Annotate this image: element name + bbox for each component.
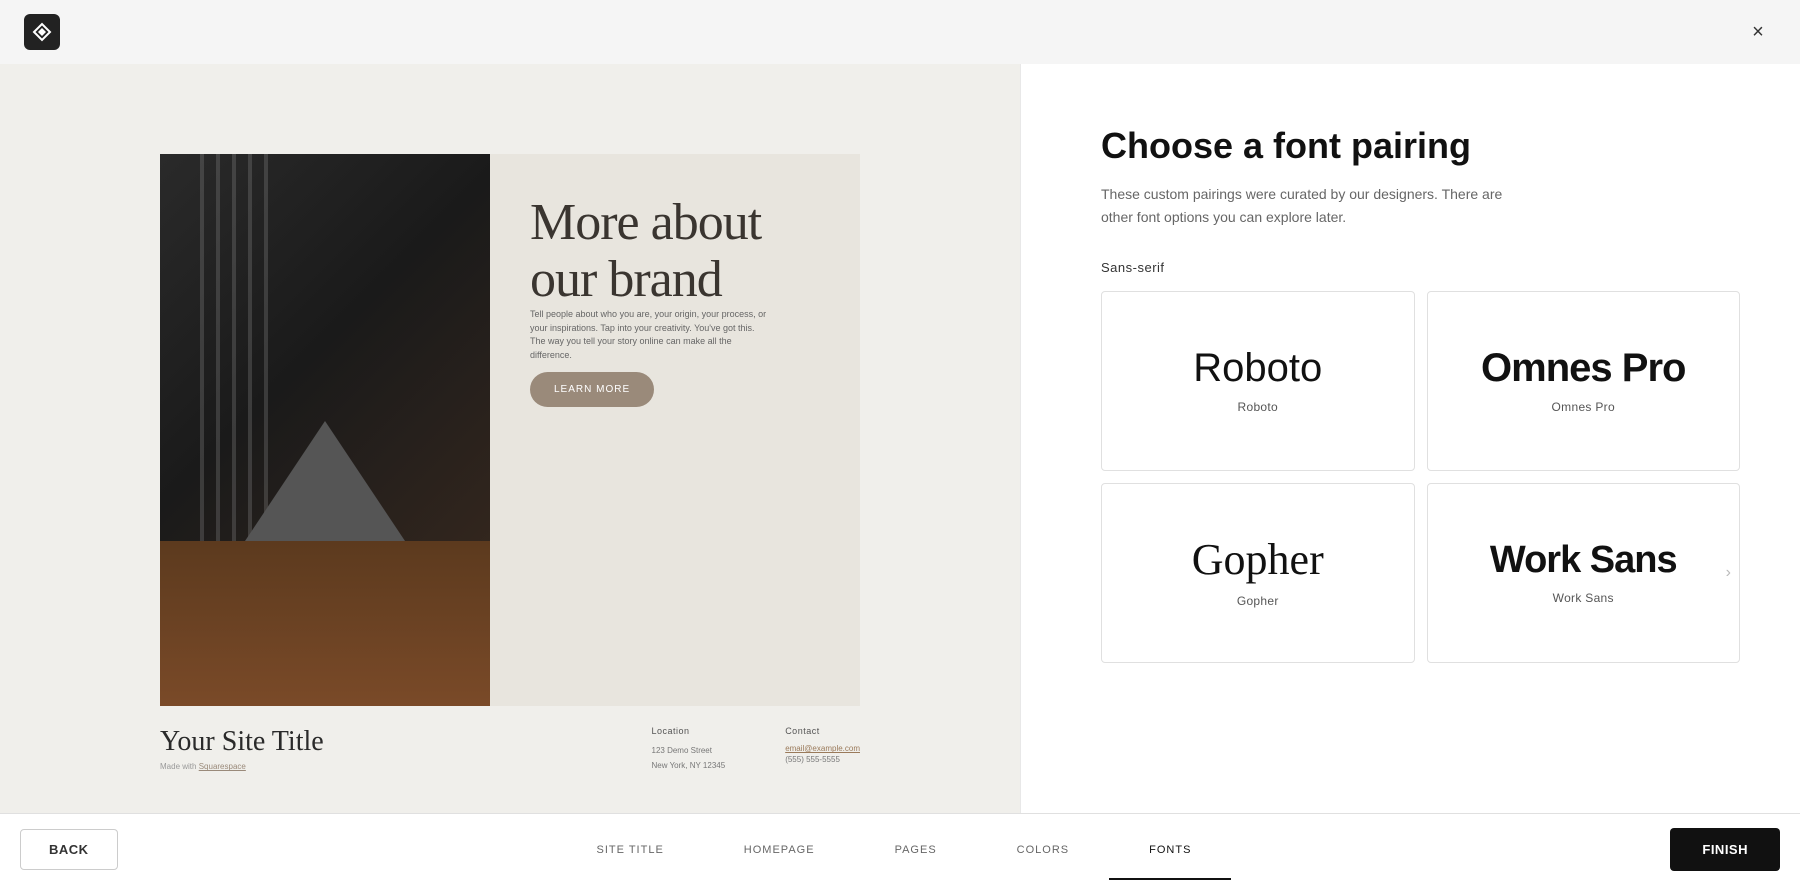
font-grid-row1: Roboto Roboto Omnes Pro Omnes Pro (1101, 291, 1740, 471)
font-grid-row2: Gopher Gopher Work Sans Work Sans › (1101, 483, 1740, 663)
squarespace-logo (24, 14, 60, 50)
main-content: More about our brand Tell people about w… (0, 64, 1800, 813)
preview-panel: More about our brand Tell people about w… (0, 64, 1020, 813)
wooden-floor (160, 541, 490, 707)
right-panel: Choose a font pairing These custom pairi… (1020, 64, 1800, 813)
font-display-omnes: Omnes Pro (1481, 348, 1685, 388)
footer-contact: Contact email@example.com (555) 555-5555 (785, 726, 860, 773)
font-display-worksans: Work Sans (1490, 541, 1677, 579)
font-display-gopher: Gopher (1192, 538, 1324, 582)
font-label-worksans: Work Sans (1553, 591, 1614, 605)
header: × (0, 0, 1800, 64)
pyramid-shape (245, 421, 405, 541)
preview-text-section: More about our brand Tell people about w… (490, 154, 860, 706)
font-card-gopher[interactable]: Gopher Gopher (1101, 483, 1415, 663)
finish-button[interactable]: FINISH (1670, 828, 1780, 871)
preview-hero: More about our brand Tell people about w… (160, 154, 860, 706)
font-label-omnes: Omnes Pro (1552, 400, 1615, 414)
preview-image (160, 154, 490, 706)
footer-columns: Location 123 Demo Street New York, NY 12… (652, 726, 861, 773)
bottom-nav: BACK SITE TITLE HOMEPAGE PAGES COLORS FO… (0, 813, 1800, 885)
nav-steps: SITE TITLE HOMEPAGE PAGES COLORS FONTS (118, 844, 1671, 856)
section-label: Sans-serif (1101, 260, 1740, 275)
panel-title: Choose a font pairing (1101, 124, 1740, 167)
close-button[interactable]: × (1740, 14, 1776, 50)
squarespace-link: Squarespace (199, 762, 246, 771)
back-button[interactable]: BACK (20, 829, 118, 870)
font-card-omnes-pro[interactable]: Omnes Pro Omnes Pro (1427, 291, 1741, 471)
nav-step-site-title[interactable]: SITE TITLE (557, 844, 704, 856)
preview-footer: Your Site Title Made with Squarespace Lo… (160, 706, 860, 773)
scroll-arrow-icon: › (1726, 564, 1731, 582)
nav-step-fonts[interactable]: FONTS (1109, 844, 1231, 856)
footer-location: Location 123 Demo Street New York, NY 12… (652, 726, 726, 773)
panel-description: These custom pairings were curated by ou… (1101, 183, 1521, 228)
font-label-gopher: Gopher (1237, 594, 1279, 608)
nav-step-colors[interactable]: COLORS (977, 844, 1109, 856)
font-card-roboto[interactable]: Roboto Roboto (1101, 291, 1415, 471)
nav-step-pages[interactable]: PAGES (855, 844, 977, 856)
preview-body-text: Tell people about who you are, your orig… (530, 308, 770, 362)
font-display-roboto: Roboto (1193, 348, 1322, 388)
font-label-roboto: Roboto (1238, 400, 1279, 414)
font-card-work-sans[interactable]: Work Sans Work Sans › (1427, 483, 1741, 663)
learn-more-button: LEARN MORE (530, 372, 654, 407)
preview-headline: More about our brand (530, 194, 820, 308)
made-with-text: Made with Squarespace (160, 762, 324, 771)
nav-step-homepage[interactable]: HOMEPAGE (704, 844, 855, 856)
pyramid-image (160, 154, 490, 706)
site-title-preview: Your Site Title Made with Squarespace (160, 726, 324, 771)
